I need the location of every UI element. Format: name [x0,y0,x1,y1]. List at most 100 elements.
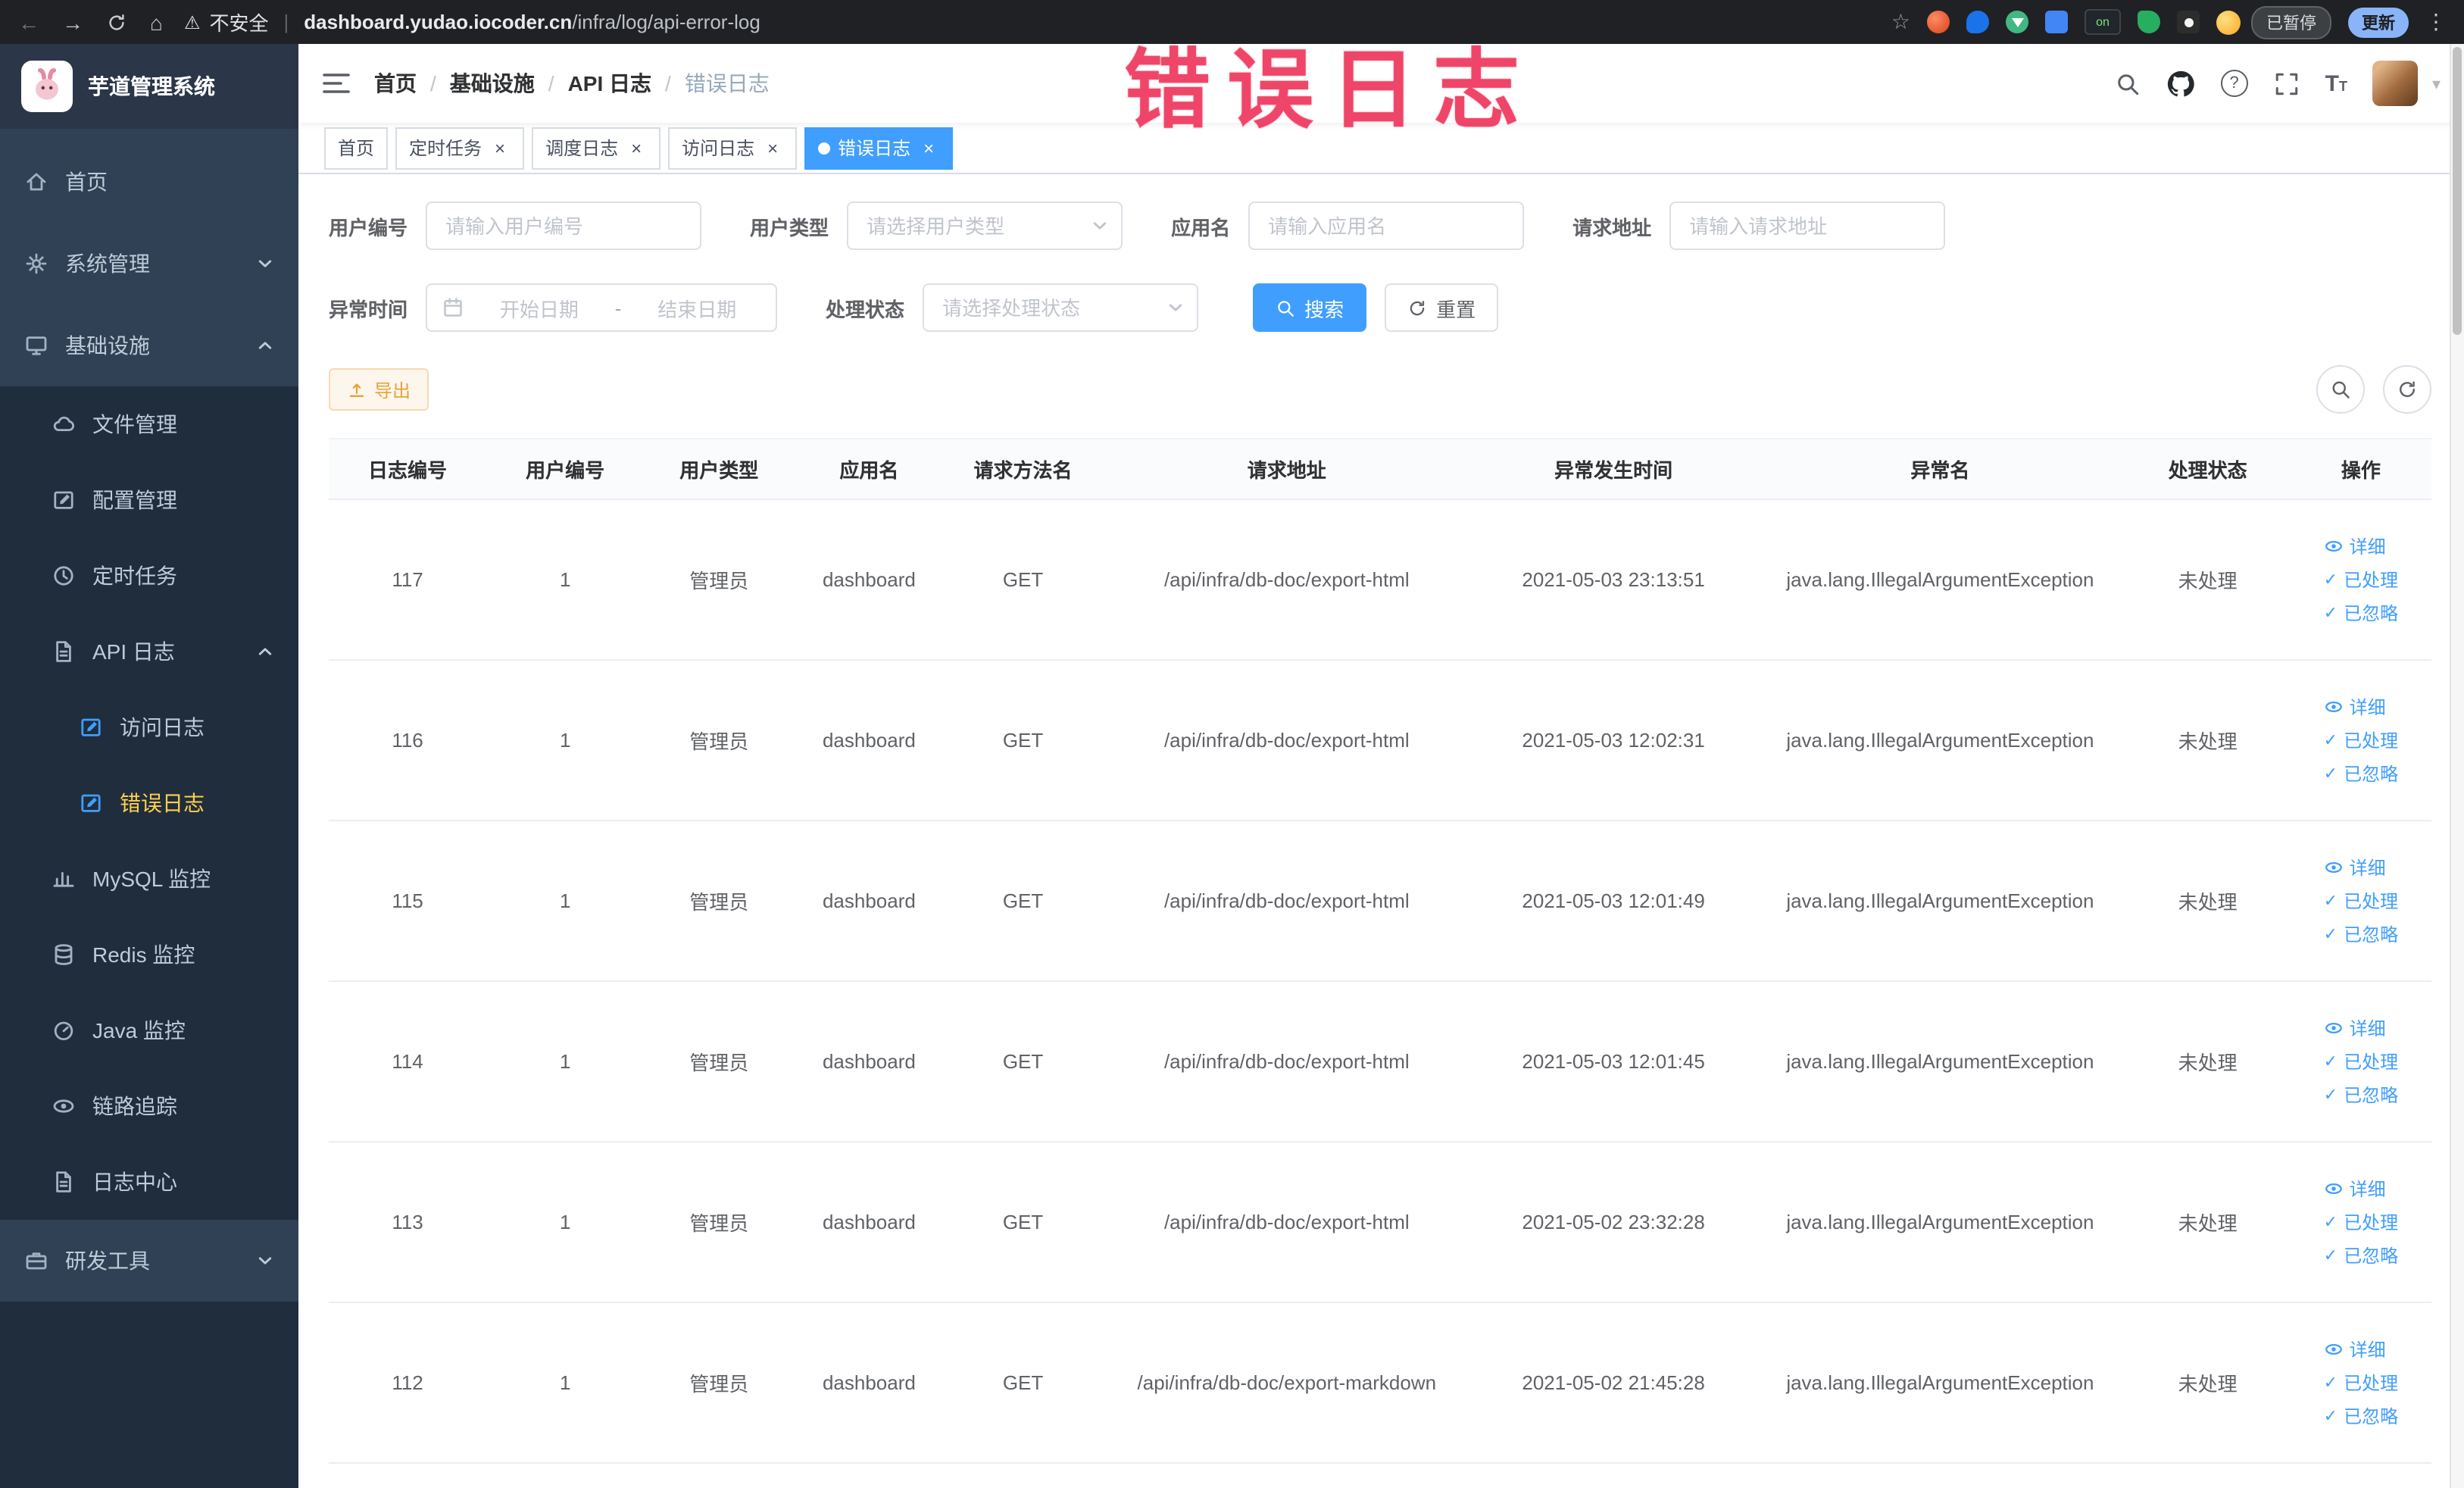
sidebar-item-redis-monitor[interactable]: Redis 监控 [0,917,298,993]
github-icon[interactable] [2166,69,2195,98]
ext-leaf-icon[interactable] [2138,11,2160,33]
close-icon[interactable]: × [626,137,647,158]
forward-icon[interactable]: → [62,11,83,33]
paused-badge[interactable]: 已暂停 [2251,5,2331,39]
browser-menu-icon[interactable]: ⋮ [2425,9,2447,35]
cell-status: 未处理 [2125,499,2291,661]
cell-user-type: 管理员 [644,660,795,821]
site-security-chip[interactable]: ⚠ 不安全 [184,8,269,36]
tab-error-log[interactable]: 错误日志 × [804,127,954,169]
date-separator: - [614,296,622,319]
export-button[interactable]: 导出 [329,368,429,411]
detail-link[interactable]: 详细 [2324,858,2386,877]
app-name-input[interactable] [1248,202,1525,250]
mark-ignored-link[interactable]: ✓ 已忽略 [2324,605,2398,623]
sidebar-item-devtools[interactable]: 研发工具 [0,1220,298,1302]
avatar-caret-icon[interactable]: ▾ [2432,73,2441,93]
sidebar-item-java-monitor[interactable]: Java 监控 [0,993,298,1068]
detail-link[interactable]: 详细 [2324,536,2386,556]
sidebar-item-cron-job[interactable]: 定时任务 [0,538,298,614]
close-icon[interactable]: × [918,137,939,158]
close-icon[interactable]: × [489,137,511,158]
sidebar-item-config-manage[interactable]: 配置管理 [0,462,298,538]
detail-link[interactable]: 详细 [2324,1018,2386,1038]
mark-ignored-link[interactable]: ✓ 已忽略 [2324,1086,2398,1105]
check-icon: ✓ [2323,764,2338,783]
scrollbar-thumb[interactable] [2453,47,2462,335]
ext-orange-icon[interactable] [1927,11,1950,33]
request-url-input[interactable] [1669,202,1946,250]
ext-blue-drop-icon[interactable] [1966,11,1989,33]
profile-emoji-icon[interactable] [2216,10,2241,34]
bar-chart-icon [52,867,76,891]
app-header: 首页 / 基础设施 / API 日志 / 错误日志 ? TT ▾ [298,44,2464,123]
cell-user-id: 1 [486,821,645,982]
home-button-icon[interactable]: ⌂ [150,11,163,33]
bookmark-star-icon[interactable]: ☆ [1891,9,1910,35]
date-range-picker[interactable]: 开始日期 - 结束日期 [426,283,778,332]
user-type-select[interactable] [847,202,1123,250]
hamburger-icon[interactable] [298,73,374,94]
tab-access-log[interactable]: 访问日志 × [668,127,798,169]
update-button[interactable]: 更新 [2348,7,2409,37]
search-button[interactable]: 搜索 [1253,283,1367,332]
cell-log-id: 116 [329,660,487,821]
ext-vue-devtools-icon[interactable] [2006,11,2028,33]
ext-on-badge-icon[interactable]: on [2085,9,2121,35]
process-status-select[interactable] [923,283,1199,332]
detail-link[interactable]: 详细 [2324,1179,2386,1199]
back-icon[interactable]: ← [18,11,39,33]
col-user-type: 用户类型 [644,438,795,500]
user-id-input[interactable] [426,202,702,250]
mark-ignored-link[interactable]: ✓ 已忽略 [2324,1408,2398,1426]
cell-request-url: /api/infra/db-doc/export-html [1101,821,1472,982]
sidebar-item-trace[interactable]: 链路追踪 [0,1068,298,1144]
tab-schedule-log[interactable]: 调度日志 × [532,127,661,169]
sidebar-item-access-log[interactable]: 访问日志 [0,689,298,765]
sidebar-filler [0,1302,298,1488]
sidebar-item-api-log[interactable]: API 日志 [0,614,298,689]
url-domain: dashboard.yudao.iocoder.cn [304,11,573,33]
eye-icon [2324,536,2344,556]
mark-processed-link[interactable]: ✓ 已处理 [2324,892,2398,911]
tab-home[interactable]: 首页 [324,127,389,169]
toggle-search-button[interactable] [2316,365,2365,414]
avatar[interactable] [2372,61,2419,106]
close-icon[interactable]: × [762,137,783,158]
mark-processed-link[interactable]: ✓ 已处理 [2324,1053,2398,1071]
help-icon[interactable]: ? [2220,70,2248,97]
sidebar-item-label: MySQL 监控 [92,867,211,891]
breadcrumb-home[interactable]: 首页 [374,68,417,98]
mark-processed-link[interactable]: ✓ 已处理 [2324,1214,2398,1232]
mark-processed-link[interactable]: ✓ 已处理 [2324,732,2398,750]
sidebar-item-error-log[interactable]: 错误日志 [0,765,298,841]
refresh-button[interactable] [2383,365,2431,414]
mark-ignored-link[interactable]: ✓ 已忽略 [2324,1247,2398,1265]
sidebar-item-file-manage[interactable]: 文件管理 [0,386,298,462]
mark-processed-link[interactable]: ✓ 已处理 [2324,1374,2398,1393]
sidebar-item-log-center[interactable]: 日志中心 [0,1144,298,1220]
breadcrumb-api-log[interactable]: API 日志 [568,68,651,98]
ext-grid-icon[interactable] [2045,11,2068,33]
detail-link[interactable]: 详细 [2324,1340,2386,1359]
mark-processed-link[interactable]: ✓ 已处理 [2324,571,2398,589]
ext-paw-icon[interactable] [2177,11,2200,33]
font-size-icon[interactable]: TT [2325,72,2347,95]
tab-cron-job[interactable]: 定时任务 × [395,127,525,169]
mark-ignored-link[interactable]: ✓ 已忽略 [2324,765,2398,783]
sidebar-item-infra[interactable]: 基础设施 [0,305,298,386]
detail-link[interactable]: 详细 [2324,697,2386,717]
reset-button[interactable]: 重置 [1385,283,1499,332]
mark-ignored-link[interactable]: ✓ 已忽略 [2324,926,2398,944]
sidebar-item-system[interactable]: 系统管理 [0,223,298,305]
search-icon[interactable] [2115,70,2141,96]
sidebar-logo[interactable]: 芋道管理系统 [0,44,298,129]
cell-user-id: 1 [486,1142,645,1303]
breadcrumb-infra[interactable]: 基础设施 [450,68,535,98]
sidebar-item-mysql-monitor[interactable]: MySQL 监控 [0,841,298,917]
fullscreen-icon[interactable] [2274,70,2300,96]
sidebar-item-home[interactable]: 首页 [0,141,298,223]
reload-icon[interactable] [106,11,127,33]
page-scrollbar[interactable] [2450,44,2464,1488]
url-text[interactable]: dashboard.yudao.iocoder.cn/infra/log/api… [304,11,760,33]
